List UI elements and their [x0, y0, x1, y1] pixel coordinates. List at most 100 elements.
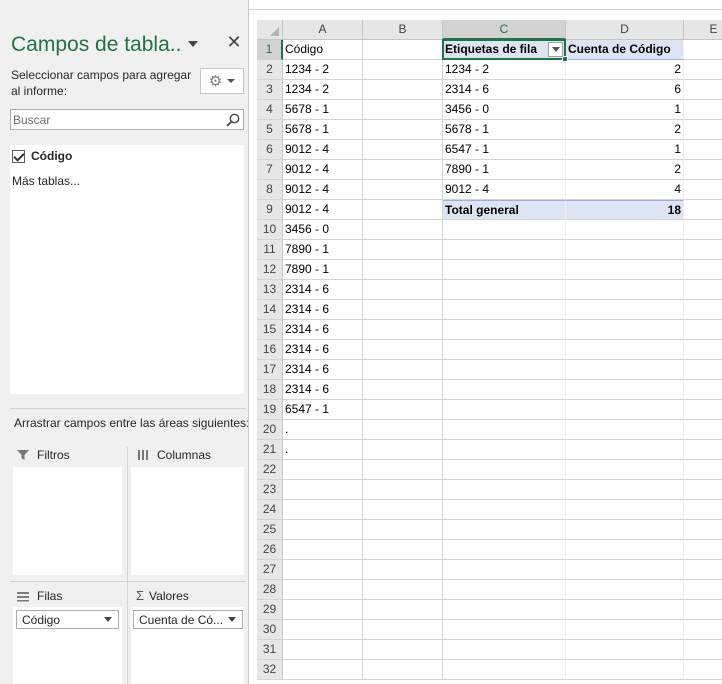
cell-e21[interactable] [684, 440, 722, 460]
row-header[interactable]: 5 [257, 120, 283, 140]
cell-a23[interactable] [283, 480, 363, 500]
cell-a3[interactable]: 1234 - 2 [283, 80, 363, 100]
cell-a20[interactable]: . [283, 420, 363, 440]
cell-b28[interactable] [363, 580, 443, 600]
cell-b4[interactable] [363, 100, 443, 120]
cell-c14[interactable] [443, 300, 566, 320]
cell-c29[interactable] [443, 600, 566, 620]
cell-e18[interactable] [684, 380, 722, 400]
cell-c25[interactable] [443, 520, 566, 540]
cell-a28[interactable] [283, 580, 363, 600]
cell-d14[interactable] [566, 300, 684, 320]
cell-d29[interactable] [566, 600, 684, 620]
cell-d28[interactable] [566, 580, 684, 600]
row-header[interactable]: 10 [257, 220, 283, 240]
cell-b12[interactable] [363, 260, 443, 280]
row-header[interactable]: 15 [257, 320, 283, 340]
column-header-a[interactable]: A [283, 20, 363, 40]
cell-a27[interactable] [283, 560, 363, 580]
cell-d12[interactable] [566, 260, 684, 280]
cell-a2[interactable]: 1234 - 2 [283, 60, 363, 80]
cell-d32[interactable] [566, 660, 684, 680]
cell-b9[interactable] [363, 200, 443, 220]
row-header[interactable]: 6 [257, 140, 283, 160]
cell-d26[interactable] [566, 540, 684, 560]
row-header[interactable]: 28 [257, 580, 283, 600]
cell-e12[interactable] [684, 260, 722, 280]
cell-a8[interactable]: 9012 - 4 [283, 180, 363, 200]
cell-e22[interactable] [684, 460, 722, 480]
cell-a32[interactable] [283, 660, 363, 680]
cell-b1[interactable] [363, 40, 443, 60]
cell-c17[interactable] [443, 360, 566, 380]
cell-d25[interactable] [566, 520, 684, 540]
row-header[interactable]: 19 [257, 400, 283, 420]
more-tables-link[interactable]: Más tablas... [12, 174, 80, 188]
cell-b24[interactable] [363, 500, 443, 520]
cell-b16[interactable] [363, 340, 443, 360]
cell-c6[interactable]: 6547 - 1 [443, 140, 566, 160]
cell-a18[interactable]: 2314 - 6 [283, 380, 363, 400]
row-header[interactable]: 17 [257, 360, 283, 380]
cell-c22[interactable] [443, 460, 566, 480]
row-header[interactable]: 20 [257, 420, 283, 440]
row-header[interactable]: 31 [257, 640, 283, 660]
cell-e9[interactable] [684, 200, 722, 220]
pivot-grand-total-value[interactable]: 18 [566, 200, 684, 220]
cell-e25[interactable] [684, 520, 722, 540]
cell-c11[interactable] [443, 240, 566, 260]
chevron-down-icon[interactable] [228, 617, 236, 622]
cell-e16[interactable] [684, 340, 722, 360]
cell-b14[interactable] [363, 300, 443, 320]
row-header[interactable]: 18 [257, 380, 283, 400]
row-header[interactable]: 29 [257, 600, 283, 620]
cell-c32[interactable] [443, 660, 566, 680]
cell-b5[interactable] [363, 120, 443, 140]
cell-e10[interactable] [684, 220, 722, 240]
cell-b30[interactable] [363, 620, 443, 640]
cell-d2[interactable]: 2 [566, 60, 684, 80]
cell-b6[interactable] [363, 140, 443, 160]
cell-c16[interactable] [443, 340, 566, 360]
cell-d30[interactable] [566, 620, 684, 640]
cell-c31[interactable] [443, 640, 566, 660]
cell-c27[interactable] [443, 560, 566, 580]
row-header[interactable]: 25 [257, 520, 283, 540]
cell-e31[interactable] [684, 640, 722, 660]
cell-a30[interactable] [283, 620, 363, 640]
cell-d21[interactable] [566, 440, 684, 460]
cell-d22[interactable] [566, 460, 684, 480]
cell-d4[interactable]: 1 [566, 100, 684, 120]
column-header-d[interactable]: D [566, 20, 684, 40]
values-field-chip[interactable]: Cuenta de Có... [133, 610, 243, 629]
cell-d18[interactable] [566, 380, 684, 400]
cell-e26[interactable] [684, 540, 722, 560]
cell-c24[interactable] [443, 500, 566, 520]
row-header[interactable]: 11 [257, 240, 283, 260]
row-header[interactable]: 26 [257, 540, 283, 560]
cell-a25[interactable] [283, 520, 363, 540]
cell-b32[interactable] [363, 660, 443, 680]
cell-d19[interactable] [566, 400, 684, 420]
row-labels-filter-button[interactable] [548, 42, 563, 57]
cell-e17[interactable] [684, 360, 722, 380]
cell-a19[interactable]: 6547 - 1 [283, 400, 363, 420]
cell-a12[interactable]: 7890 - 1 [283, 260, 363, 280]
column-header-b[interactable]: B [363, 20, 443, 40]
cell-c12[interactable] [443, 260, 566, 280]
field-checkbox-codigo[interactable] [12, 149, 25, 163]
cell-e28[interactable] [684, 580, 722, 600]
cell-c18[interactable] [443, 380, 566, 400]
cell-a13[interactable]: 2314 - 6 [283, 280, 363, 300]
cell-b17[interactable] [363, 360, 443, 380]
row-header[interactable]: 4 [257, 100, 283, 120]
cell-b7[interactable] [363, 160, 443, 180]
cell-d20[interactable] [566, 420, 684, 440]
row-header[interactable]: 1 [257, 40, 283, 60]
cell-d23[interactable] [566, 480, 684, 500]
close-pane-button[interactable]: ✕ [226, 33, 242, 51]
cell-b19[interactable] [363, 400, 443, 420]
cell-e4[interactable] [684, 100, 722, 120]
cell-b8[interactable] [363, 180, 443, 200]
cell-e3[interactable] [684, 80, 722, 100]
